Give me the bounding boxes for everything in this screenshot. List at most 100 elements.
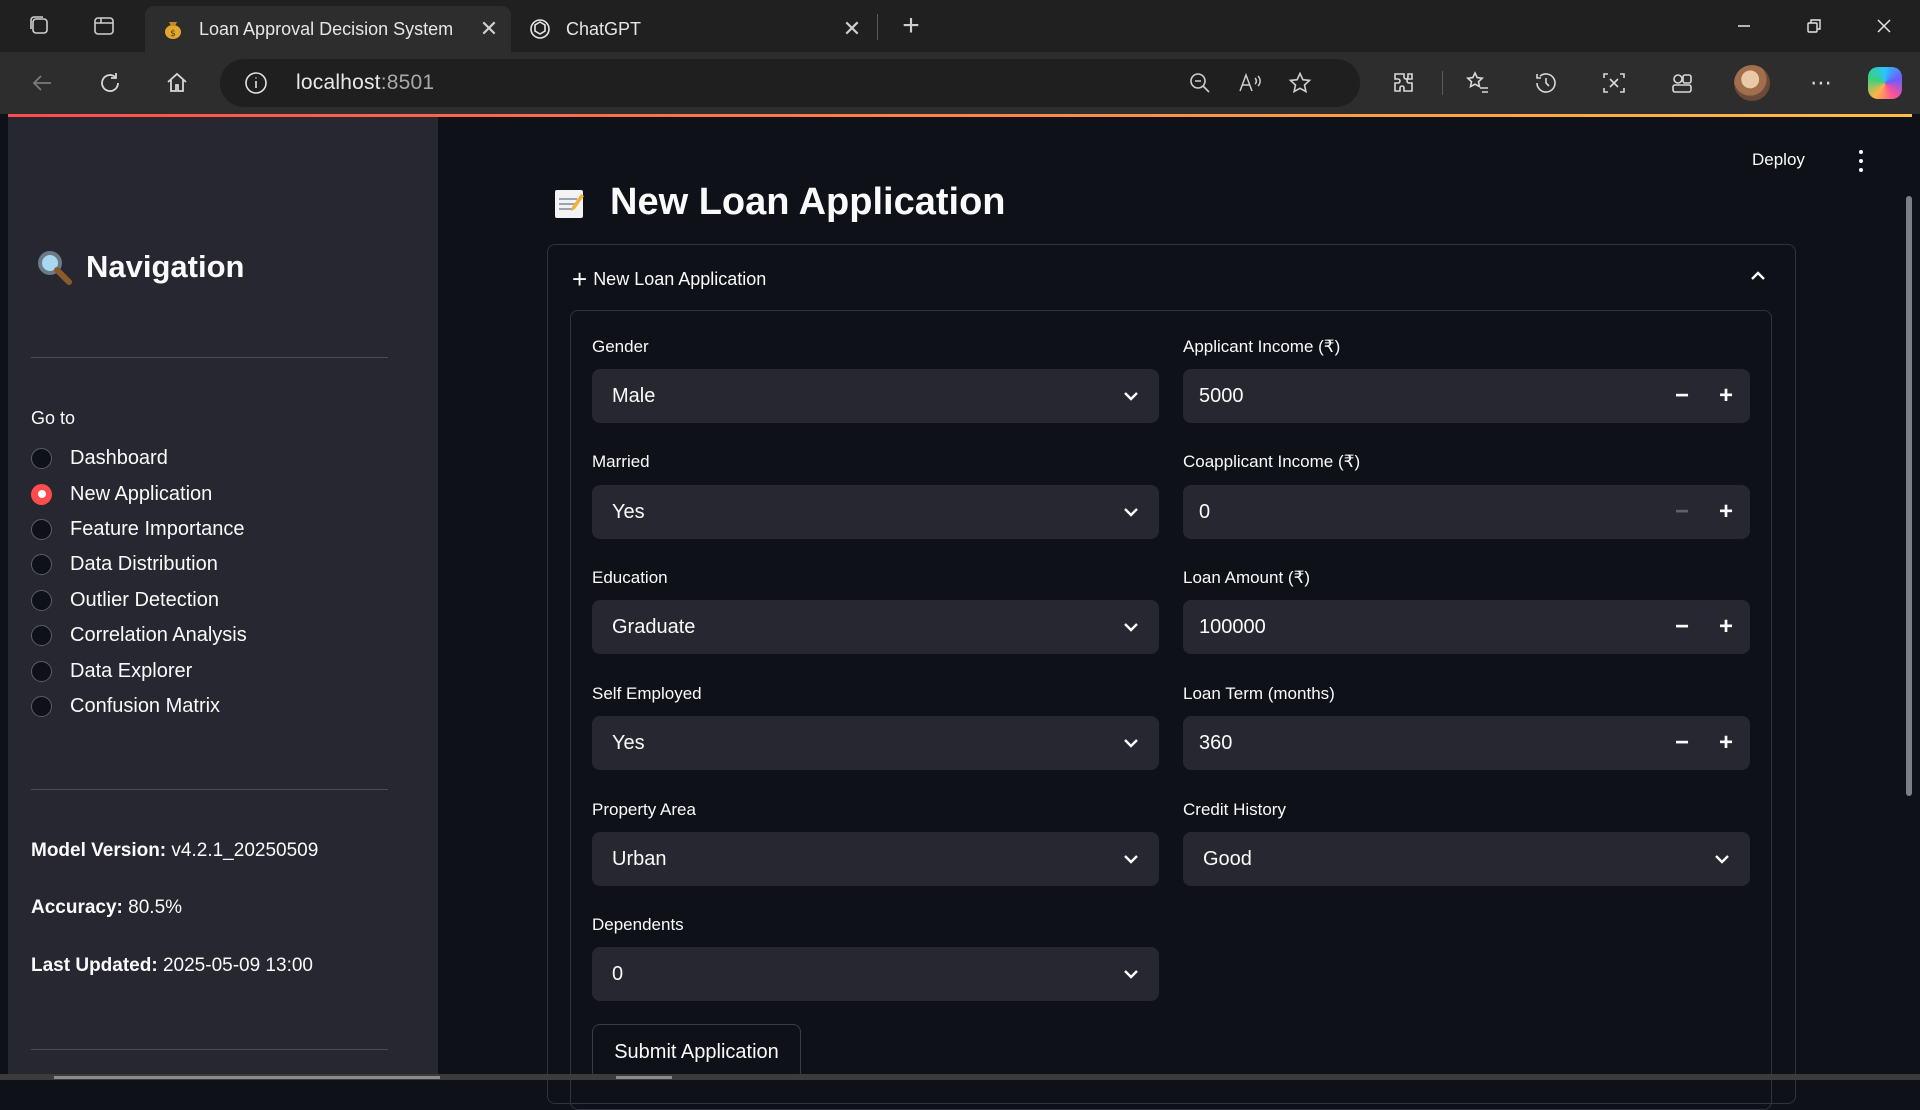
select-value: Graduate — [612, 616, 696, 638]
married-label: Married — [592, 452, 650, 471]
radio-button[interactable] — [31, 518, 52, 540]
restore-icon[interactable] — [1794, 10, 1834, 42]
vertical-scrollbar[interactable] — [1906, 196, 1912, 796]
radio-data-distribution[interactable]: Data Distribution — [31, 547, 247, 582]
read-aloud-icon[interactable] — [1236, 69, 1264, 97]
screenshot-icon[interactable] — [1596, 65, 1632, 101]
radio-button[interactable] — [31, 589, 52, 611]
new-tab-icon[interactable]: + — [897, 9, 925, 42]
education-label: Education — [592, 568, 668, 587]
tab-loan-approval[interactable]: $ Loan Approval Decision System ✕ — [145, 6, 511, 52]
radio-dashboard[interactable]: Dashboard — [31, 441, 247, 476]
decrement-button[interactable]: − — [1662, 377, 1702, 415]
radio-button-selected[interactable] — [31, 483, 52, 505]
close-icon[interactable]: ✕ — [838, 15, 866, 43]
expander-header[interactable]: + New Loan Application — [572, 266, 766, 292]
scrollbar-thumb[interactable] — [54, 1076, 440, 1079]
select-value: Yes — [612, 732, 645, 754]
radio-label: Data Distribution — [70, 553, 218, 576]
radio-correlation-analysis[interactable]: Correlation Analysis — [31, 618, 247, 653]
radio-new-application[interactable]: New Application — [31, 476, 247, 511]
address-bar[interactable]: localhost:8501 — [220, 59, 1360, 107]
self-employed-select[interactable]: Yes — [592, 716, 1159, 770]
extensions-icon[interactable] — [1386, 65, 1422, 101]
credit-history-select[interactable]: Good — [1183, 832, 1750, 886]
page-title: New Loan Application — [554, 172, 1006, 232]
radio-label: Outlier Detection — [70, 588, 219, 611]
decrement-button[interactable]: − — [1662, 608, 1702, 646]
minimize-icon[interactable] — [1724, 10, 1764, 42]
magnifier-icon — [34, 247, 74, 287]
history-icon[interactable] — [1528, 65, 1564, 101]
zoom-out-icon[interactable] — [1186, 69, 1214, 97]
horizontal-scrollbar[interactable] — [0, 1074, 1920, 1080]
submit-application-button[interactable]: Submit Application — [592, 1024, 801, 1080]
copilot-icon[interactable] — [1868, 67, 1902, 99]
applicant-income-input[interactable]: 5000 − + — [1183, 369, 1750, 423]
scrollbar-thumb[interactable] — [616, 1076, 672, 1079]
increment-button[interactable]: + — [1706, 377, 1746, 415]
tab-chatgpt[interactable]: ChatGPT ✕ — [512, 6, 874, 52]
collections-icon[interactable] — [1664, 65, 1700, 101]
radio-label: New Application — [70, 482, 213, 505]
browser-tab-bar: $ Loan Approval Decision System ✕ ChatGP… — [0, 0, 1920, 52]
radio-button[interactable] — [31, 625, 52, 647]
radio-button[interactable] — [31, 695, 52, 717]
radio-button[interactable] — [31, 554, 52, 576]
radio-button[interactable] — [31, 660, 52, 682]
loan-amount-input[interactable]: 100000 − + — [1183, 600, 1750, 654]
property-area-label: Property Area — [592, 800, 696, 819]
divider — [31, 357, 388, 358]
favorites-icon[interactable] — [1460, 65, 1496, 101]
back-icon[interactable] — [24, 65, 60, 101]
close-icon[interactable]: ✕ — [475, 15, 503, 43]
property-area-select[interactable]: Urban — [592, 832, 1159, 886]
home-icon[interactable] — [159, 65, 195, 101]
chevron-down-icon — [1124, 392, 1138, 401]
dependents-select[interactable]: 0 — [592, 947, 1159, 1001]
sidebar-title-text: Navigation — [86, 249, 245, 284]
select-value: 0 — [612, 963, 624, 985]
loan-amount-label: Loan Amount (₹) — [1183, 568, 1311, 587]
svg-text:$: $ — [170, 29, 176, 39]
radio-button[interactable] — [31, 448, 52, 470]
last-updated: Last Updated: 2025-05-09 13:00 — [31, 955, 313, 977]
profile-avatar[interactable] — [1734, 65, 1770, 101]
chatgpt-icon — [528, 17, 552, 41]
plus-icon: + — [572, 264, 588, 294]
radio-data-explorer[interactable]: Data Explorer — [31, 653, 247, 688]
increment-button[interactable]: + — [1706, 724, 1746, 762]
meta-label: Model Version: — [31, 840, 167, 861]
chevron-up-icon[interactable] — [1748, 266, 1768, 286]
increment-button[interactable]: + — [1706, 608, 1746, 646]
radio-label: Feature Importance — [70, 517, 245, 540]
accuracy: Accuracy: 80.5% — [31, 897, 182, 919]
coapplicant-income-input[interactable]: 0 − + — [1183, 485, 1750, 539]
chevron-down-icon — [1124, 508, 1138, 517]
expander-label: New Loan Application — [593, 268, 767, 289]
favorite-star-icon[interactable] — [1286, 69, 1314, 97]
more-options-icon[interactable]: ⋯ — [1804, 65, 1840, 101]
tab-separator — [877, 14, 878, 40]
chevron-down-icon — [1124, 970, 1138, 979]
decrement-button[interactable]: − — [1662, 493, 1702, 531]
window-close-icon[interactable] — [1864, 10, 1904, 42]
site-info-icon[interactable] — [244, 71, 268, 95]
gender-select[interactable]: Male — [592, 369, 1159, 423]
married-select[interactable]: Yes — [592, 485, 1159, 539]
decrement-button[interactable]: − — [1662, 724, 1702, 762]
select-value: Yes — [612, 501, 645, 523]
loan-term-input[interactable]: 360 − + — [1183, 716, 1750, 770]
gender-label: Gender — [592, 337, 649, 356]
radio-outlier-detection[interactable]: Outlier Detection — [31, 583, 247, 618]
radio-feature-importance[interactable]: Feature Importance — [31, 512, 247, 547]
browser-toolbar: localhost:8501 ⋯ — [0, 52, 1920, 114]
increment-button[interactable]: + — [1706, 493, 1746, 531]
education-select[interactable]: Graduate — [592, 600, 1159, 654]
workspaces-icon[interactable] — [26, 12, 54, 40]
reload-icon[interactable] — [92, 65, 128, 101]
main-menu-icon[interactable] — [1854, 150, 1868, 172]
deploy-button[interactable]: Deploy — [1752, 150, 1805, 170]
tab-actions-icon[interactable] — [90, 12, 118, 40]
radio-confusion-matrix[interactable]: Confusion Matrix — [31, 689, 247, 724]
